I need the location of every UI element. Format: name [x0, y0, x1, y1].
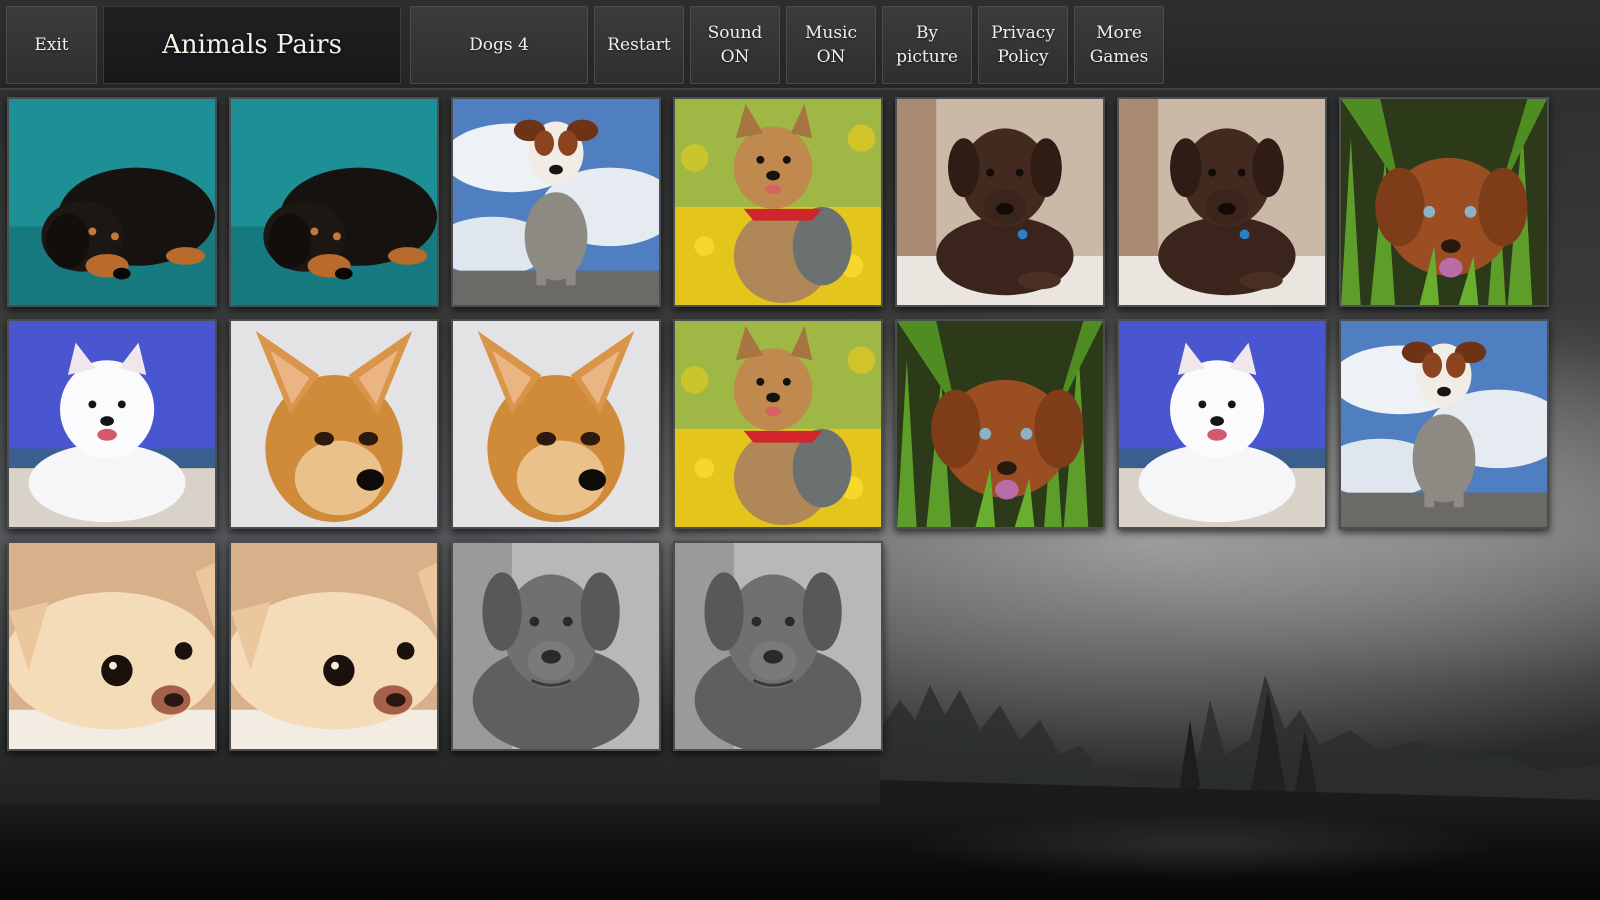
yorkie-icon: [675, 321, 881, 527]
by-picture-button[interactable]: By picture: [882, 6, 972, 84]
memory-card[interactable]: [1339, 97, 1549, 307]
memory-card[interactable]: [895, 319, 1105, 529]
memory-card[interactable]: [451, 541, 661, 751]
music-toggle-button[interactable]: Music ON: [786, 6, 876, 84]
memory-card[interactable]: [229, 319, 439, 529]
memory-card[interactable]: [7, 319, 217, 529]
game-title: Animals Pairs: [103, 6, 401, 84]
memory-card[interactable]: [895, 97, 1105, 307]
weimaraner-icon: [675, 543, 881, 749]
memory-card[interactable]: [1339, 319, 1549, 529]
memory-card[interactable]: [7, 97, 217, 307]
memory-card[interactable]: [673, 541, 883, 751]
exit-button[interactable]: Exit: [6, 6, 97, 84]
dachshund-icon: [231, 99, 437, 305]
terrier-sky-icon: [1341, 321, 1547, 527]
terrier-sky-icon: [453, 99, 659, 305]
weimaraner-icon: [453, 543, 659, 749]
labrador-icon: [1119, 99, 1325, 305]
memory-card[interactable]: [229, 541, 439, 751]
retriever-grass-icon: [897, 321, 1103, 527]
dachshund-icon: [9, 99, 215, 305]
yorkie-icon: [675, 99, 881, 305]
memory-card[interactable]: [673, 97, 883, 307]
memory-card[interactable]: [451, 319, 661, 529]
chihuahua-lying-icon: [231, 543, 437, 749]
chihuahua-icon: [453, 321, 659, 527]
memory-card[interactable]: [673, 319, 883, 529]
toolbar: Exit Animals Pairs Dogs 4 Restart Sound …: [0, 0, 1600, 90]
samoyed-icon: [9, 321, 215, 527]
restart-button[interactable]: Restart: [594, 6, 684, 84]
animal-set-button[interactable]: Dogs 4: [410, 6, 588, 84]
chihuahua-icon: [231, 321, 437, 527]
memory-card[interactable]: [229, 97, 439, 307]
more-games-button[interactable]: More Games: [1074, 6, 1164, 84]
samoyed-icon: [1119, 321, 1325, 527]
sound-toggle-button[interactable]: Sound ON: [690, 6, 780, 84]
memory-card[interactable]: [1117, 319, 1327, 529]
memory-card[interactable]: [7, 541, 217, 751]
labrador-icon: [897, 99, 1103, 305]
retriever-grass-icon: [1341, 99, 1547, 305]
lake-reflection: [900, 810, 1500, 880]
privacy-policy-button[interactable]: Privacy Policy: [978, 6, 1068, 84]
chihuahua-lying-icon: [9, 543, 215, 749]
memory-card[interactable]: [451, 97, 661, 307]
memory-card[interactable]: [1117, 97, 1327, 307]
